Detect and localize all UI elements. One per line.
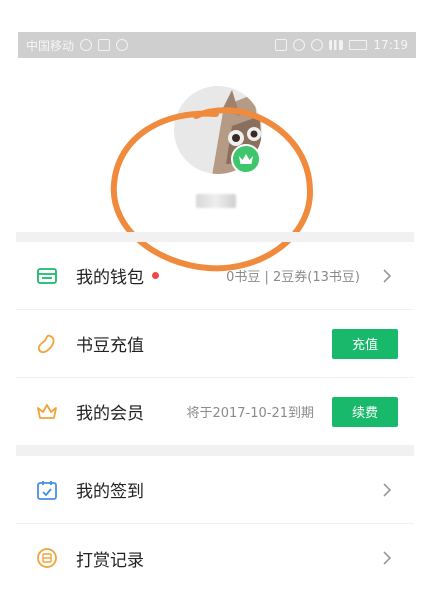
clock-text: 17:19: [373, 38, 408, 52]
section-divider: [16, 446, 414, 456]
username-blurred: [196, 194, 236, 208]
battery-icon: [349, 40, 368, 50]
status-bar: 中国移动 17:19: [18, 32, 416, 58]
wallet-icon: [37, 267, 57, 284]
menu-item-label: 我的钱包: [76, 268, 144, 288]
vip-crown-badge: [231, 144, 261, 174]
renew-button[interactable]: 续费: [332, 396, 398, 427]
wallet-balance: 0书豆 | 2豆券(13书豆): [226, 270, 360, 285]
bean-icon: [37, 334, 55, 353]
reward-icon: [37, 548, 57, 568]
section-divider: [16, 232, 414, 242]
calendar-icon: [37, 480, 57, 500]
chat-icon: [80, 39, 93, 51]
notification-icon: [98, 39, 111, 51]
menu-item-recharge[interactable]: 书豆充值 充值: [16, 310, 414, 378]
vibrate-icon: [275, 39, 288, 51]
recharge-button[interactable]: 充值: [332, 328, 398, 359]
signal-icon: [329, 40, 344, 50]
wifi-icon: [311, 39, 324, 51]
chevron-right-icon: [383, 482, 392, 497]
menu-item-wallet[interactable]: 我的钱包 0书豆 | 2豆券(13书豆): [16, 242, 414, 310]
menu-item-rewards[interactable]: 打赏记录: [16, 524, 414, 592]
menu-item-label: 书豆充值: [76, 336, 144, 356]
chevron-right-icon: [383, 551, 392, 565]
carrier-text: 中国移动: [26, 38, 75, 53]
menu-item-label: 打赏记录: [76, 550, 144, 571]
menu-item-membership[interactable]: 我的会员 将于2017-10-21到期 续费: [16, 378, 414, 446]
app-icon: [116, 39, 129, 51]
notification-dot: [152, 272, 159, 279]
crown-icon: [37, 403, 57, 419]
chevron-right-icon: [383, 268, 392, 283]
alarm-icon: [293, 39, 306, 51]
crown-icon: [239, 154, 253, 164]
membership-expiry: 将于2017-10-21到期: [186, 406, 314, 421]
menu-item-label: 我的签到: [76, 482, 144, 502]
profile-header: [0, 58, 424, 272]
menu-item-label: 我的会员: [76, 404, 144, 424]
menu-item-checkin[interactable]: 我的签到: [16, 456, 414, 524]
